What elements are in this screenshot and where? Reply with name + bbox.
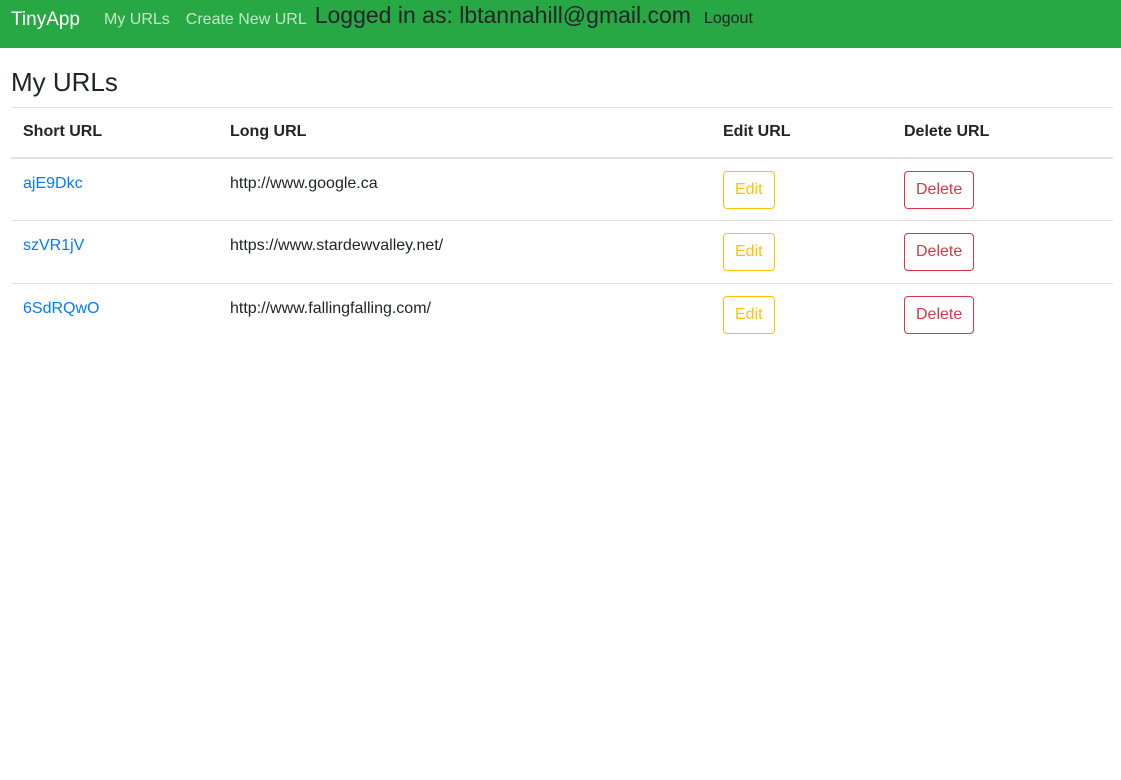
cell-edit: Edit [711, 220, 892, 284]
delete-button[interactable]: Delete [904, 233, 975, 271]
cell-edit: Edit [711, 157, 892, 221]
table-header-row: Short URL Long URL Edit URL Delete URL [11, 107, 1113, 159]
cell-edit: Edit [711, 284, 892, 347]
short-url-link[interactable]: szVR1jV [23, 237, 84, 254]
edit-button[interactable]: Edit [723, 233, 775, 271]
short-url-link[interactable]: ajE9Dkc [23, 175, 83, 192]
main-content: My URLs Short URL Long URL Edit URL Dele… [0, 66, 1121, 347]
table-row: 6SdRQwO http://www.fallingfalling.com/ E… [11, 284, 1113, 347]
table-row: ajE9Dkc http://www.google.ca Edit Delete [11, 157, 1113, 221]
cell-short-url: 6SdRQwO [11, 284, 218, 347]
cell-long-url: https://www.stardewvalley.net/ [218, 220, 711, 284]
table-body: ajE9Dkc http://www.google.ca Edit Delete… [11, 157, 1113, 347]
cell-delete: Delete [892, 284, 1113, 347]
edit-button[interactable]: Edit [723, 170, 775, 209]
cell-short-url: ajE9Dkc [11, 157, 218, 221]
nav-link-create-new-url[interactable]: Create New URL [186, 10, 307, 30]
header-edit-url: Edit URL [711, 107, 892, 159]
header-short-url: Short URL [11, 107, 218, 159]
page-title: My URLs [11, 67, 118, 97]
table-row: szVR1jV https://www.stardewvalley.net/ E… [11, 220, 1113, 284]
cell-short-url: szVR1jV [11, 220, 218, 284]
logged-in-status: Logged in as: lbtannahill@gmail.com [314, 2, 691, 28]
urls-table: Short URL Long URL Edit URL Delete URL a… [11, 107, 1113, 347]
table-header: Short URL Long URL Edit URL Delete URL [11, 107, 1113, 159]
logout-button[interactable]: Logout [704, 9, 753, 29]
cell-long-url: http://www.fallingfalling.com/ [230, 300, 431, 317]
navbar: TinyApp My URLs Create New URL Logged in… [0, 0, 1121, 48]
cell-delete: Delete [892, 157, 1113, 221]
brand-link[interactable]: TinyApp [11, 10, 80, 30]
header-delete-url: Delete URL [892, 107, 1113, 159]
delete-button[interactable]: Delete [904, 170, 975, 209]
short-url-link[interactable]: 6SdRQwO [23, 300, 99, 317]
edit-button[interactable]: Edit [723, 296, 775, 334]
header-long-url: Long URL [218, 107, 711, 159]
cell-delete: Delete [892, 220, 1113, 284]
delete-button[interactable]: Delete [904, 296, 975, 334]
nav-link-my-urls[interactable]: My URLs [104, 10, 170, 30]
cell-long-url: http://www.google.ca [218, 157, 711, 221]
